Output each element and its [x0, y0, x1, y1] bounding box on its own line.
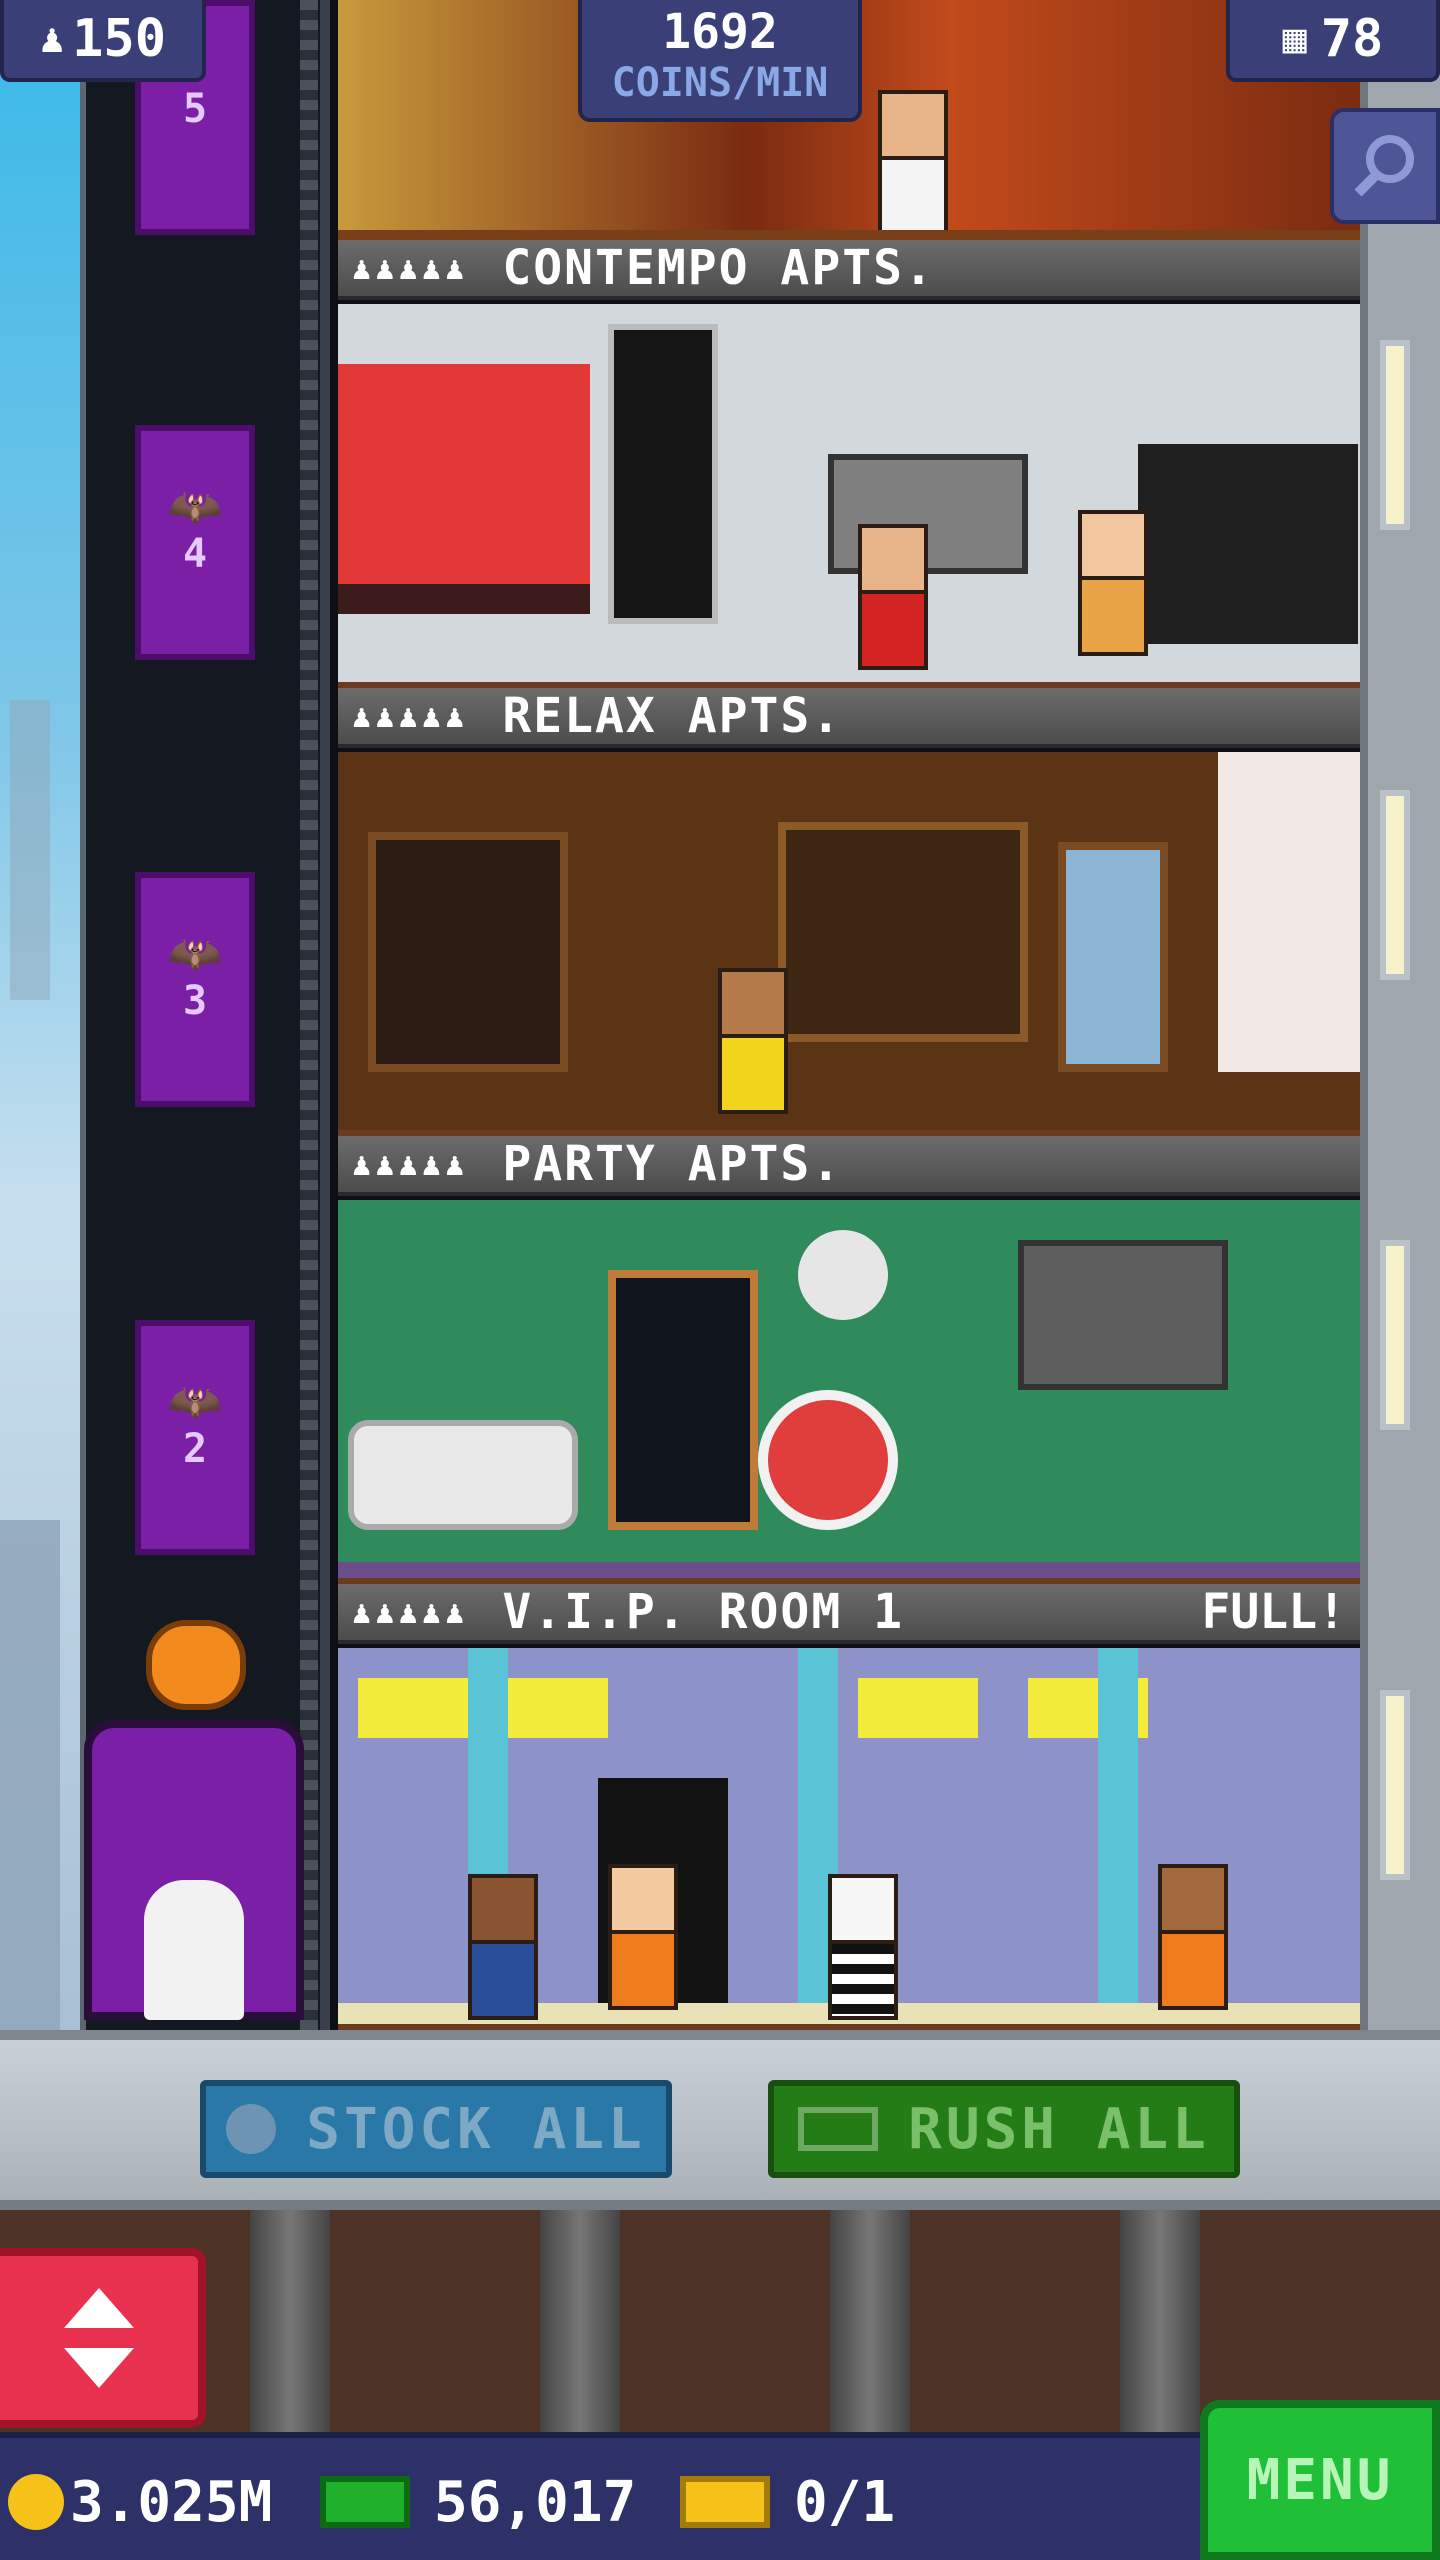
bat-icon: 🦇 [167, 482, 223, 533]
bux-value: 56,017 [434, 2469, 637, 2535]
resident-character[interactable] [718, 968, 788, 1118]
coins-per-minute-display[interactable]: 1692 COINS/MIN [578, 0, 862, 122]
sky-background [0, 0, 80, 2030]
building-icon: ▦ [1282, 16, 1307, 62]
room-interior [338, 752, 1360, 1130]
ghost-passenger [144, 1880, 244, 2020]
floor-title-bar: ♟♟♟♟♟ V.I.P. ROOM 1 FULL! [338, 1584, 1360, 1644]
pillar [250, 2210, 330, 2442]
floor-title-bar: ♟♟♟♟♟ RELAX APTS. [338, 688, 1360, 748]
room-interior [338, 304, 1360, 682]
tickets-resource[interactable]: 0/1 [680, 2462, 895, 2542]
coin-icon [8, 2474, 64, 2530]
background-building [10, 700, 50, 1000]
resident-character[interactable] [828, 1874, 898, 2024]
pillar [830, 2210, 910, 2442]
top-hud: ♟ 150 1692 COINS/MIN ▦ 78 [0, 0, 1440, 122]
clock-icon [226, 2104, 277, 2154]
bat-icon: 🦇 [167, 929, 223, 980]
elevator-door-floor-2[interactable]: 🦇 2 [135, 1320, 255, 1555]
window [1380, 1240, 1410, 1430]
menu-label: MENU [1246, 2447, 1394, 2513]
pillar [1120, 2210, 1200, 2442]
resident-character[interactable] [858, 524, 928, 674]
stars-rating: ♟♟♟♟♟ [352, 249, 469, 287]
ticket-icon [680, 2476, 770, 2528]
floor-vip-room-1[interactable]: ♟♟♟♟♟ V.I.P. ROOM 1 FULL! [338, 1584, 1360, 2030]
action-bar: STOCK ALL RUSH ALL [0, 2030, 1440, 2210]
floor-contempo-apts[interactable]: ♟♟♟♟♟ CONTEMPO APTS. [338, 240, 1360, 688]
floor-number: 5 [182, 86, 208, 132]
floor-relax-apts[interactable]: ♟♟♟♟♟ RELAX APTS. [338, 688, 1360, 1136]
bux-icon [320, 2476, 410, 2528]
elevator-car[interactable] [84, 1620, 304, 2020]
elevator-door-floor-4[interactable]: 🦇 4 [135, 425, 255, 660]
floor-title-bar: ♟♟♟♟♟ PARTY APTS. [338, 1136, 1360, 1196]
resident-character[interactable] [608, 1864, 678, 2014]
resident-character[interactable] [1158, 1864, 1228, 2014]
stars-rating: ♟♟♟♟♟ [352, 1593, 469, 1631]
menu-button[interactable]: MENU [1200, 2400, 1440, 2560]
population-value: 150 [72, 9, 166, 69]
stars-rating: ♟♟♟♟♟ [352, 1145, 469, 1183]
stock-all-button[interactable]: STOCK ALL [200, 2080, 672, 2178]
rush-all-label: RUSH ALL [908, 2096, 1210, 2162]
tickets-value: 0/1 [794, 2469, 896, 2535]
population-icon: ♟ [39, 16, 65, 62]
population-counter[interactable]: ♟ 150 [0, 0, 206, 82]
coins-per-minute-value: 1692 [662, 4, 778, 60]
pillar [540, 2210, 620, 2442]
floor-party-apts[interactable]: ♟♟♟♟♟ PARTY APTS. [338, 1136, 1360, 1584]
resident-character[interactable] [1078, 510, 1148, 660]
floor-number: 2 [182, 1426, 208, 1472]
coins-value: 3.025M [70, 2469, 273, 2535]
room-interior [338, 1200, 1360, 1578]
bux-resource[interactable]: 56,017 [320, 2462, 636, 2542]
rush-all-button[interactable]: RUSH ALL [768, 2080, 1240, 2178]
search-button[interactable] [1330, 108, 1440, 224]
window [1380, 340, 1410, 530]
coins-resource[interactable]: 3.025M [8, 2462, 272, 2542]
bux-icon [798, 2107, 879, 2151]
floor-name: PARTY APTS. [502, 1136, 843, 1192]
window [1380, 790, 1410, 980]
stars-rating: ♟♟♟♟♟ [352, 697, 469, 735]
coins-per-minute-unit: COINS/MIN [611, 60, 829, 106]
floors-counter[interactable]: ▦ 78 [1226, 0, 1440, 82]
magnifier-icon [1354, 135, 1414, 197]
floor-full-status: FULL! [1201, 1584, 1347, 1640]
up-down-arrows-icon [64, 2288, 134, 2388]
floors-value: 78 [1320, 9, 1384, 69]
floor-name: V.I.P. ROOM 1 [502, 1584, 905, 1640]
window [1380, 1690, 1410, 1880]
floor-name: CONTEMPO APTS. [502, 240, 935, 296]
floor-number: 3 [182, 978, 208, 1024]
elevator-control-button[interactable] [0, 2248, 206, 2428]
floor-number: 4 [182, 531, 208, 577]
bat-icon: 🦇 [167, 1377, 223, 1428]
pumpkin-icon [146, 1620, 246, 1710]
stock-all-label: STOCK ALL [306, 2096, 646, 2162]
background-building [0, 1520, 60, 2030]
floor-title-bar: ♟♟♟♟♟ CONTEMPO APTS. [338, 240, 1360, 300]
resident-character[interactable] [468, 1874, 538, 2024]
resident-character[interactable] [878, 90, 948, 230]
floor-name: RELAX APTS. [502, 688, 843, 744]
elevator-door-floor-3[interactable]: 🦇 3 [135, 872, 255, 1107]
